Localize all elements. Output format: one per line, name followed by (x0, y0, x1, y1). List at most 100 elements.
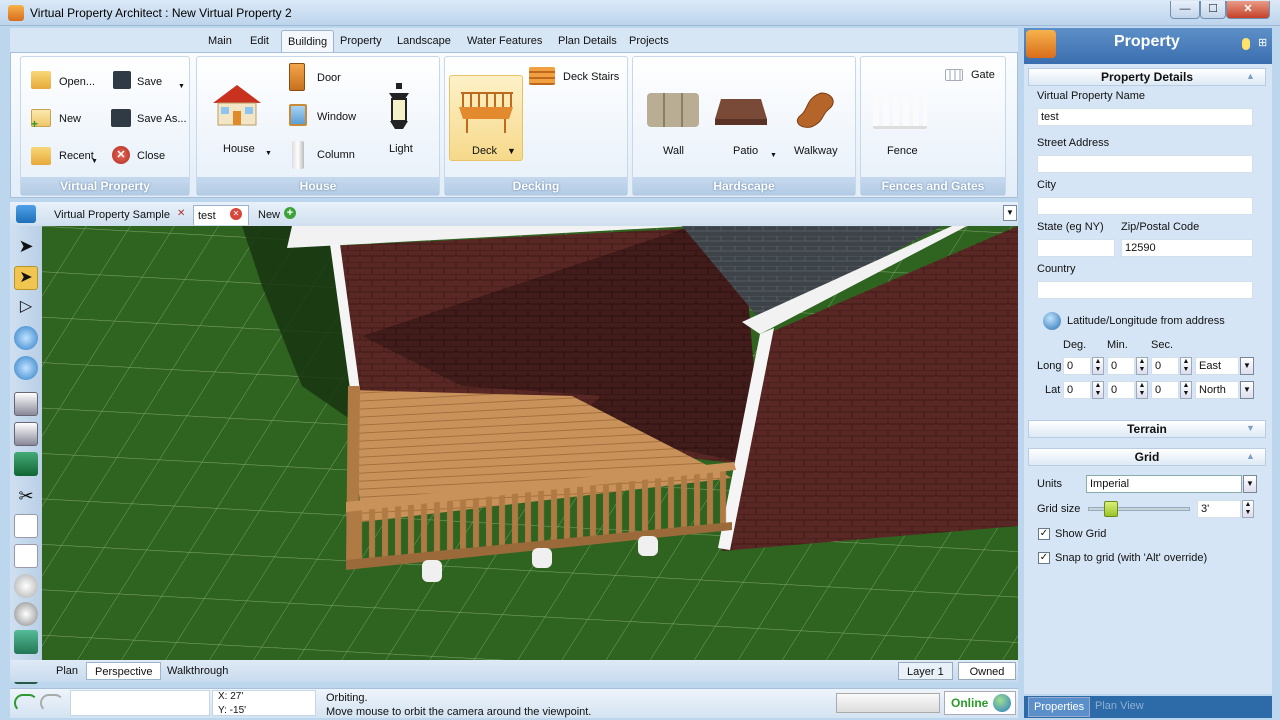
section-grid[interactable]: Grid (1028, 448, 1266, 466)
owned-button[interactable]: Owned (958, 662, 1016, 680)
tab-new[interactable]: New (254, 205, 284, 225)
scissors-icon[interactable]: ✂ (14, 486, 38, 510)
long-min-field[interactable]: 0 (1107, 357, 1135, 375)
deck-stairs-button[interactable]: Deck Stairs (563, 71, 619, 83)
save-as-button[interactable]: Save As... (137, 113, 187, 125)
long-dir-select[interactable]: East (1195, 357, 1239, 375)
tab-virtual-property-sample[interactable]: Virtual Property Sample (50, 205, 174, 225)
minimize-button[interactable]: — (1170, 1, 1200, 19)
latlong-button[interactable]: Latitude/Longitude from address (1067, 315, 1225, 327)
close-button[interactable]: Close (137, 150, 165, 162)
lat-dir-select[interactable]: North (1195, 381, 1239, 399)
delete-icon[interactable] (14, 574, 38, 598)
maximize-button[interactable]: ☐ (1200, 1, 1226, 19)
wall-button[interactable]: Wall (663, 145, 684, 157)
terrain-tool-icon[interactable] (14, 452, 38, 476)
tab-water-features[interactable]: Water Features (461, 30, 548, 52)
grid-size-field[interactable]: 3' (1197, 500, 1241, 518)
expand-terrain-icon[interactable]: ▼ (1246, 423, 1255, 433)
light-button[interactable]: Light (389, 143, 413, 155)
lat-deg-field[interactable]: 0 (1063, 381, 1091, 399)
zip-field[interactable]: 12590 (1121, 239, 1253, 257)
close-window-button[interactable]: ✕ (1226, 1, 1270, 19)
patio-dropdown-icon[interactable]: ▼ (770, 152, 777, 159)
lat-dir-dropdown-icon[interactable]: ▼ (1240, 381, 1254, 399)
tab-landscape[interactable]: Landscape (391, 30, 457, 52)
tab-properties[interactable]: Properties (1028, 697, 1091, 717)
tab-close-icon[interactable]: ✕ (177, 208, 185, 219)
section-terrain[interactable]: Terrain (1028, 420, 1266, 438)
tab-plan-details[interactable]: Plan Details (552, 30, 623, 52)
tab-projects[interactable]: Projects (623, 30, 675, 52)
lat-min-field[interactable]: 0 (1107, 381, 1135, 399)
long-sec-field[interactable]: 0 (1151, 357, 1179, 375)
section-property-details[interactable]: Property Details (1028, 68, 1266, 86)
vertex-tool-icon[interactable]: ▷ (14, 296, 38, 320)
tab-building[interactable]: Building (281, 30, 335, 52)
tab-menu-icon[interactable]: ▼ (1003, 205, 1017, 221)
street-field[interactable] (1037, 155, 1253, 173)
3d-viewport[interactable] (42, 226, 1018, 660)
gate-button[interactable]: Gate (971, 69, 995, 81)
elevation-icon[interactable] (14, 422, 38, 446)
view-plan-button[interactable]: Plan (48, 662, 86, 680)
pin-icon[interactable]: ⊞ (1258, 36, 1267, 49)
deck-dropdown-icon[interactable]: ▼ (507, 146, 516, 156)
column-button[interactable]: Column (317, 149, 355, 161)
add-tab-icon[interactable]: + (284, 207, 296, 219)
long-sec-spinner[interactable]: ▲ ▼ (1180, 357, 1192, 375)
lat-min-spinner[interactable]: ▲ ▼ (1136, 381, 1148, 399)
door-button[interactable]: Door (317, 72, 341, 84)
geocode-icon[interactable] (1043, 312, 1061, 330)
wall-view-icon[interactable] (14, 392, 38, 416)
tab-main[interactable]: Main (202, 30, 238, 52)
paste-icon[interactable] (14, 544, 38, 568)
view-walkthrough-button[interactable]: Walkthrough (159, 662, 236, 680)
new-button[interactable]: New (59, 113, 81, 125)
save-button[interactable]: Save (137, 76, 162, 88)
show-grid-checkbox[interactable]: ✓ (1038, 528, 1050, 540)
grid-tool-icon[interactable] (14, 630, 38, 654)
tab-edit[interactable]: Edit (244, 30, 275, 52)
tab-test-close-icon[interactable]: ✕ (230, 208, 242, 220)
grid-size-spinner[interactable]: ▲ ▼ (1242, 500, 1254, 518)
recent-button[interactable]: Recent (59, 150, 94, 162)
patio-button[interactable]: Patio (733, 145, 758, 157)
hint-bulb-icon[interactable] (1242, 38, 1250, 50)
city-field[interactable] (1037, 197, 1253, 215)
lat-sec-field[interactable]: 0 (1151, 381, 1179, 399)
lat-sec-spinner[interactable]: ▲ ▼ (1180, 381, 1192, 399)
window-button[interactable]: Window (317, 111, 356, 123)
country-field[interactable] (1037, 281, 1253, 299)
long-min-spinner[interactable]: ▲ ▼ (1136, 357, 1148, 375)
layer-button[interactable]: Layer 1 (898, 662, 953, 680)
long-deg-field[interactable]: 0 (1063, 357, 1091, 375)
zoom-in-icon[interactable] (14, 326, 38, 350)
view-perspective-button[interactable]: Perspective (86, 662, 162, 680)
long-dir-dropdown-icon[interactable]: ▼ (1240, 357, 1254, 375)
snap-grid-checkbox[interactable]: ✓ (1038, 552, 1050, 564)
open-button[interactable]: Open... (59, 76, 95, 88)
save-dropdown-icon[interactable]: ▼ (178, 83, 185, 90)
state-field[interactable] (1037, 239, 1115, 257)
long-deg-spinner[interactable]: ▲ ▼ (1092, 357, 1104, 375)
tab-property[interactable]: Property (334, 30, 388, 52)
walkway-button[interactable]: Walkway (794, 145, 838, 157)
grid-size-slider-thumb[interactable] (1104, 501, 1118, 517)
recent-dropdown-icon[interactable]: ▼ (91, 158, 98, 165)
collapse-details-icon[interactable]: ▲ (1246, 71, 1255, 81)
house-button[interactable]: House (223, 143, 255, 155)
copy-icon[interactable] (14, 514, 38, 538)
pointer-tool-icon[interactable]: ➤ (14, 236, 38, 260)
name-field[interactable]: test (1037, 108, 1253, 126)
tab-plan-view[interactable]: Plan View (1090, 697, 1149, 717)
fence-button[interactable]: Fence (887, 145, 918, 157)
lat-deg-spinner[interactable]: ▲ ▼ (1092, 381, 1104, 399)
rotate-icon[interactable] (14, 602, 38, 626)
globe-icon[interactable] (16, 205, 36, 223)
house-dropdown-icon[interactable]: ▼ (265, 150, 272, 157)
select-tool-icon[interactable]: ➤ (14, 266, 38, 290)
units-select[interactable]: Imperial (1086, 475, 1242, 493)
units-dropdown-icon[interactable]: ▼ (1243, 475, 1257, 493)
zoom-out-icon[interactable] (14, 356, 38, 380)
